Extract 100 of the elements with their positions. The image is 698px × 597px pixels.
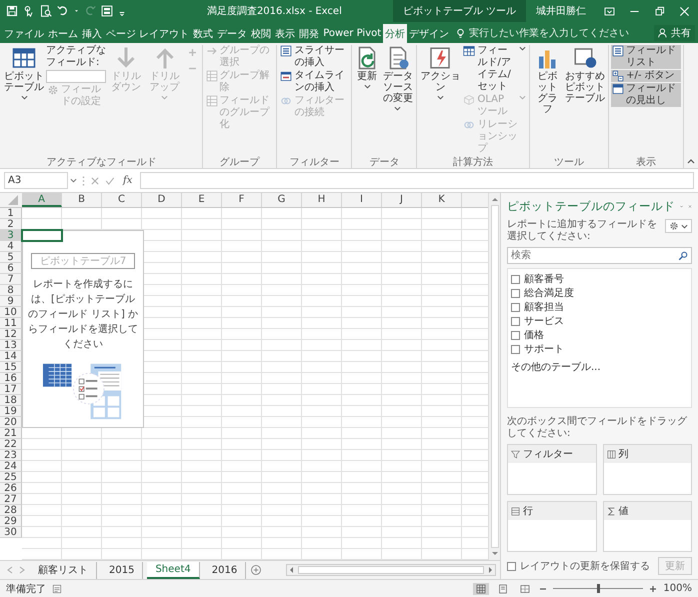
ribbon-tab[interactable]: デザイン xyxy=(407,24,452,43)
cancel-icon[interactable] xyxy=(90,176,100,186)
row-header[interactable]: 1 xyxy=(0,208,22,219)
ribbon-tab[interactable]: 分析 xyxy=(383,24,408,43)
checkbox[interactable] xyxy=(511,316,520,326)
field-name[interactable]: サポート xyxy=(524,342,564,356)
row-header[interactable]: 10 xyxy=(0,307,22,318)
column-header[interactable]: E xyxy=(182,193,222,207)
next-sheet-icon[interactable] xyxy=(18,566,26,574)
ribbon-button[interactable]: フィールド/アイテム/セット xyxy=(462,45,527,93)
row-header[interactable]: 15 xyxy=(0,362,22,373)
ribbon-button[interactable]: ピボットグラフ xyxy=(532,45,564,116)
row-header[interactable]: 18 xyxy=(0,395,22,406)
ribbon-tab[interactable]: ファイル xyxy=(2,24,46,43)
caret-icon[interactable] xyxy=(70,177,77,184)
ribbon-button[interactable]: タイムラインの挿入 xyxy=(279,70,350,94)
row-header[interactable]: 30 xyxy=(0,527,22,538)
horizontal-scrollbar[interactable] xyxy=(286,564,496,576)
undo-icon[interactable] xyxy=(57,5,69,17)
column-header[interactable]: H xyxy=(302,193,342,207)
field-name[interactable]: サービス xyxy=(524,314,564,328)
column-header[interactable]: I xyxy=(342,193,382,207)
row-header[interactable]: 7 xyxy=(0,274,22,285)
settings-button[interactable] xyxy=(665,219,692,233)
ribbon-button[interactable]: +/- ボタン xyxy=(611,70,681,82)
row-header[interactable]: 6 xyxy=(0,263,22,274)
row-header[interactable]: 9 xyxy=(0,296,22,307)
ribbon-button[interactable]: 更新 xyxy=(354,45,380,91)
insert-function-button[interactable]: fx xyxy=(120,175,136,186)
print-preview-icon[interactable] xyxy=(40,5,52,17)
ribbon-button[interactable]: ピボットテーブル xyxy=(3,45,45,102)
search-icon[interactable] xyxy=(678,251,688,261)
column-header[interactable]: D xyxy=(142,193,182,207)
form-icon[interactable] xyxy=(101,5,113,17)
checkbox[interactable] xyxy=(511,274,520,284)
drop-area[interactable]: 列 xyxy=(602,444,692,495)
ribbon-options-icon[interactable] xyxy=(604,6,615,16)
add-sheet-icon[interactable] xyxy=(250,564,262,576)
row-header[interactable]: 5 xyxy=(0,252,22,263)
row-header[interactable]: 3 xyxy=(0,230,22,241)
row-header[interactable]: 26 xyxy=(0,483,22,494)
row-header[interactable]: 2 xyxy=(0,219,22,230)
column-header[interactable]: B xyxy=(62,193,102,207)
collapse-ribbon-icon[interactable] xyxy=(687,157,695,165)
ribbon-button[interactable]: おすすめピボットテーブル xyxy=(564,45,606,105)
restore-icon[interactable] xyxy=(654,6,665,16)
touch-icon[interactable] xyxy=(23,5,35,17)
ribbon-button[interactable]: フィールドの見出し xyxy=(611,83,681,107)
checkbox[interactable] xyxy=(507,562,516,570)
ribbon-tab[interactable]: ホーム xyxy=(46,24,80,43)
row-header[interactable]: 22 xyxy=(0,439,22,450)
column-header[interactable]: J xyxy=(382,193,422,207)
sheet-tab[interactable]: Sheet4 xyxy=(147,562,200,578)
row-header[interactable]: 21 xyxy=(0,428,22,439)
ribbon-button[interactable]: スライサーの挿入 xyxy=(279,45,350,69)
row-header[interactable]: 13 xyxy=(0,340,22,351)
view-button[interactable] xyxy=(473,582,490,594)
ribbon-tab[interactable]: 挿入 xyxy=(80,24,104,43)
row-header[interactable]: 16 xyxy=(0,373,22,384)
row-header[interactable]: 28 xyxy=(0,505,22,516)
ribbon-button[interactable]: データソースの変更 xyxy=(381,45,414,113)
column-header[interactable]: A xyxy=(22,193,62,207)
row-header[interactable]: 24 xyxy=(0,461,22,472)
row-header[interactable]: 23 xyxy=(0,450,22,461)
drop-area[interactable]: 行 xyxy=(507,501,596,552)
row-header[interactable]: 25 xyxy=(0,472,22,483)
save-icon[interactable] xyxy=(6,5,18,17)
ribbon-tab[interactable]: 校閲 xyxy=(249,24,274,43)
row-header[interactable]: 11 xyxy=(0,318,22,329)
zoom-in-icon[interactable] xyxy=(649,584,658,592)
scroll-down-icon[interactable] xyxy=(490,550,498,558)
checkbox[interactable] xyxy=(511,344,520,354)
column-header[interactable]: C xyxy=(102,193,142,207)
enter-icon[interactable] xyxy=(105,176,115,186)
ribbon-tab[interactable]: ページ レイアウト xyxy=(104,24,192,43)
ribbon-tab[interactable]: Power Pivot xyxy=(321,24,384,43)
checkbox[interactable] xyxy=(511,288,520,298)
macro-record-icon[interactable] xyxy=(52,584,62,594)
ribbon-tab[interactable]: 表示 xyxy=(273,24,298,43)
row-header[interactable]: 14 xyxy=(0,351,22,362)
scroll-up-icon[interactable] xyxy=(490,195,498,203)
scroll-right-icon[interactable] xyxy=(486,566,494,574)
drop-area[interactable]: 値 xyxy=(602,501,692,552)
vertical-scrollbar[interactable] xyxy=(488,193,500,560)
name-box[interactable]: A3 xyxy=(4,172,68,189)
formula-input[interactable] xyxy=(140,172,694,189)
column-header[interactable]: K xyxy=(422,193,462,207)
drop-area[interactable]: フィルター xyxy=(507,444,596,495)
field-name[interactable]: 総合満足度 xyxy=(524,286,574,300)
checkbox[interactable] xyxy=(511,330,520,340)
zoom-level[interactable]: 100% xyxy=(663,583,692,594)
column-header[interactable]: F xyxy=(222,193,262,207)
column-header[interactable]: G xyxy=(262,193,302,207)
ribbon-button[interactable]: フィールドリスト xyxy=(611,45,681,69)
ribbon-button[interactable]: アクション xyxy=(419,45,462,102)
field-name[interactable]: 顧客担当 xyxy=(524,300,564,314)
active-cell[interactable] xyxy=(21,229,63,242)
row-header[interactable]: 27 xyxy=(0,494,22,505)
active-field-input[interactable] xyxy=(46,70,106,83)
previous-sheet-icon[interactable] xyxy=(6,566,14,574)
